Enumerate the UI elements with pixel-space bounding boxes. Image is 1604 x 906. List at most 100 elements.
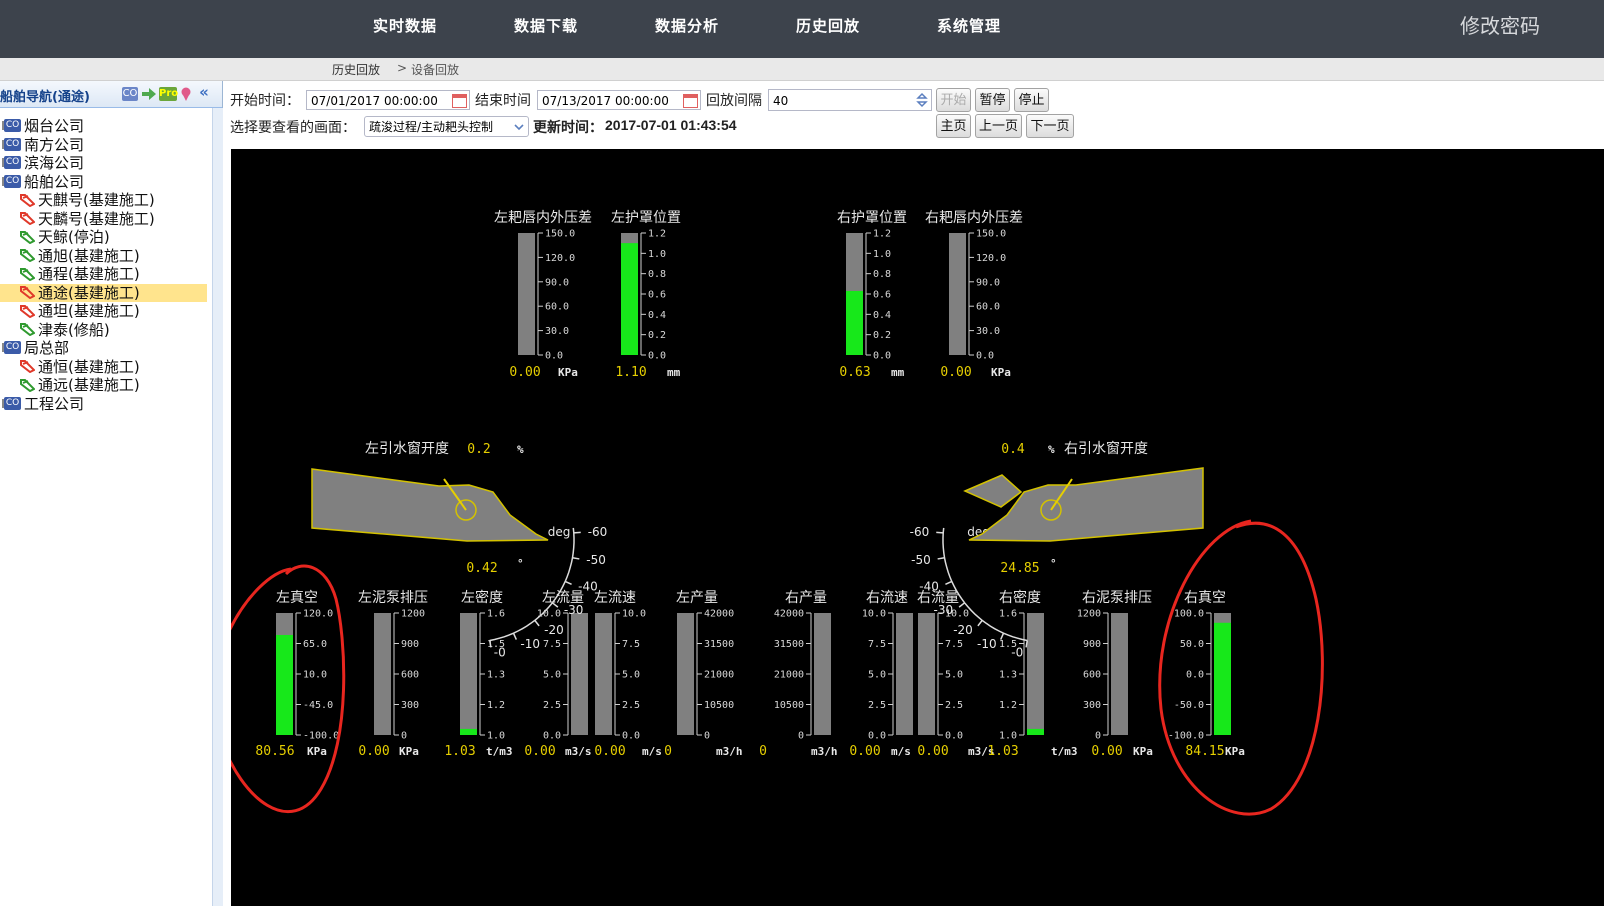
- start-button[interactable]: 开始: [936, 88, 971, 112]
- tree-company[interactable]: CO 船舶公司: [2, 172, 204, 191]
- gauge-value: 0.00: [940, 365, 971, 380]
- dial-tick-label: -60: [588, 525, 608, 539]
- calendar-icon[interactable]: [683, 94, 698, 108]
- gauge-value: 1.03: [444, 744, 475, 759]
- dial-tick-label: -50: [911, 553, 931, 567]
- gauge-tick-label: 0.2: [648, 330, 666, 341]
- left-window-label: 左引水窗开度: [365, 440, 449, 457]
- gauge-tick-label: 150.0: [545, 229, 575, 240]
- chevron-down-icon[interactable]: [513, 121, 525, 133]
- gauge-label: 左流速: [594, 590, 636, 606]
- dial-tick: [572, 556, 580, 560]
- tree-ship[interactable]: 通旭(基建施工): [0, 247, 210, 265]
- tree-ship[interactable]: 通恒(基建施工): [0, 358, 210, 376]
- nav-analysis[interactable]: 数据分析: [655, 0, 719, 58]
- co-icon[interactable]: CO: [122, 87, 138, 101]
- tree-company[interactable]: CO 局总部: [2, 339, 204, 357]
- gauge-tick-label: -45.0: [303, 700, 333, 711]
- breadcrumb-sep: >: [397, 61, 408, 75]
- ship-icon: [20, 212, 35, 225]
- gauge-tick-label: 1200: [401, 609, 425, 620]
- end-time-label: 结束时间: [475, 93, 531, 109]
- gauge-tick-label: -100.0: [303, 731, 339, 742]
- ship-icon: [20, 230, 35, 244]
- tree-company[interactable]: CO 烟台公司: [2, 117, 204, 135]
- arrow-icon[interactable]: [141, 87, 157, 101]
- gauge-value: 0.00: [917, 744, 948, 759]
- gauge-label: 右耙唇内外压差: [925, 210, 1023, 226]
- end-time-field[interactable]: 07/13/2017 00:00:00: [537, 90, 701, 110]
- gauge-tick-label: 2.5: [868, 700, 886, 711]
- dial-tick: [977, 619, 983, 627]
- spinner-arrows-icon[interactable]: [915, 91, 929, 109]
- collapse-icon[interactable]: «: [196, 85, 212, 100]
- nav-download[interactable]: 数据下载: [514, 0, 578, 58]
- company-icon: CO: [4, 396, 21, 410]
- tree-company[interactable]: CO 滨海公司: [2, 154, 204, 172]
- dial-tick: [512, 632, 518, 640]
- change-password-link[interactable]: 修改密码: [1460, 0, 1540, 52]
- gauge-track: [814, 613, 831, 735]
- tree-label: 滨海公司: [24, 154, 85, 172]
- gauge-tick-label: 65.0: [303, 639, 327, 650]
- tree-ship[interactable]: 通远(基建施工): [0, 376, 210, 394]
- pro-icon[interactable]: Pro: [159, 87, 178, 101]
- tree-ship[interactable]: 天麒号(基建施工): [0, 191, 210, 209]
- gauge-tick-label: 900: [401, 639, 419, 650]
- gauge-tick-label: 42000: [704, 609, 734, 620]
- home-button[interactable]: 主页: [936, 114, 971, 138]
- breadcrumb: 历史回放 > 设备回放: [0, 58, 1604, 81]
- tree-ship[interactable]: 通坦(基建施工): [0, 302, 210, 320]
- sidebar: 船舶导航(通途) CO Pro « CO 烟台公司 CO 南方公司 CO 滨海公司 CO 船舶…: [0, 81, 223, 906]
- gauge-tick-label: 0.0: [648, 351, 666, 362]
- start-time-label: 开始时间：: [230, 93, 300, 109]
- nav-history-replay[interactable]: 历史回放: [796, 0, 860, 58]
- gauge-track: [896, 613, 913, 735]
- tree-company[interactable]: CO 工程公司: [2, 395, 204, 413]
- tree-ship[interactable]: 天麟号(基建施工): [0, 210, 210, 228]
- dial-tick-label: -20: [953, 623, 973, 637]
- next-page-button[interactable]: 下一页: [1026, 114, 1074, 138]
- right-angle-value: 24.85: [1000, 561, 1039, 576]
- screen-select[interactable]: 疏浚过程/主动耙头控制: [364, 116, 529, 137]
- gauge-tick-label: 0.0: [976, 351, 994, 362]
- tree-label: 烟台公司: [24, 117, 85, 135]
- dial-tick: [937, 556, 945, 560]
- gauge-label: 左真空: [276, 590, 318, 606]
- pause-button[interactable]: 暂停: [975, 88, 1010, 112]
- tree-ship[interactable]: 通程(基建施工): [0, 265, 210, 283]
- right-window-value: 0.4: [1001, 442, 1025, 457]
- gauge-tick-label: 0.0: [1186, 670, 1204, 681]
- tree-company[interactable]: CO 南方公司: [2, 136, 204, 154]
- start-time-field[interactable]: 07/01/2017 00:00:00: [306, 90, 470, 110]
- left-window-value: 0.2: [467, 442, 490, 457]
- gauge-fill: [460, 728, 477, 735]
- gauge-tick-label: 5.0: [622, 670, 640, 681]
- gauge-tick-label: 1.2: [648, 229, 666, 240]
- sidebar-splitter[interactable]: [212, 108, 223, 906]
- tree-label: 船舶公司: [24, 172, 85, 191]
- nav-realtime[interactable]: 实时数据: [373, 0, 437, 58]
- gauge-value: 0.00: [849, 744, 880, 759]
- gauge-tick-label: 0.2: [873, 330, 891, 341]
- left-angle-value: 0.42: [466, 561, 497, 576]
- gauge-tick-label: 30.0: [976, 326, 1000, 337]
- dial-tick-label: -20: [544, 623, 564, 637]
- tree-ship[interactable]: 天鲸(停泊): [0, 228, 210, 246]
- dial-tick-label: -50: [586, 553, 606, 567]
- pin-icon[interactable]: [180, 87, 192, 101]
- stop-button[interactable]: 停止: [1014, 88, 1049, 112]
- left-draghead-arm: [311, 468, 549, 542]
- calendar-icon[interactable]: [452, 94, 467, 108]
- gauge-tick-label: 1.3: [999, 670, 1017, 681]
- interval-spinner[interactable]: 40: [768, 89, 932, 111]
- breadcrumb-root[interactable]: 历史回放: [332, 61, 380, 78]
- prev-page-button[interactable]: 上一页: [975, 114, 1022, 138]
- gauge-tick-label: 50.0: [1180, 639, 1204, 650]
- tree-ship[interactable]: 津泰(修船): [0, 321, 210, 339]
- tree-ship[interactable]: 通途(基建施工): [0, 283, 207, 302]
- gauge-unit: mm: [667, 366, 681, 379]
- gauge-tick-label: -50.0: [1174, 700, 1204, 711]
- nav-system[interactable]: 系统管理: [937, 0, 1001, 58]
- gauge-track: [595, 613, 612, 735]
